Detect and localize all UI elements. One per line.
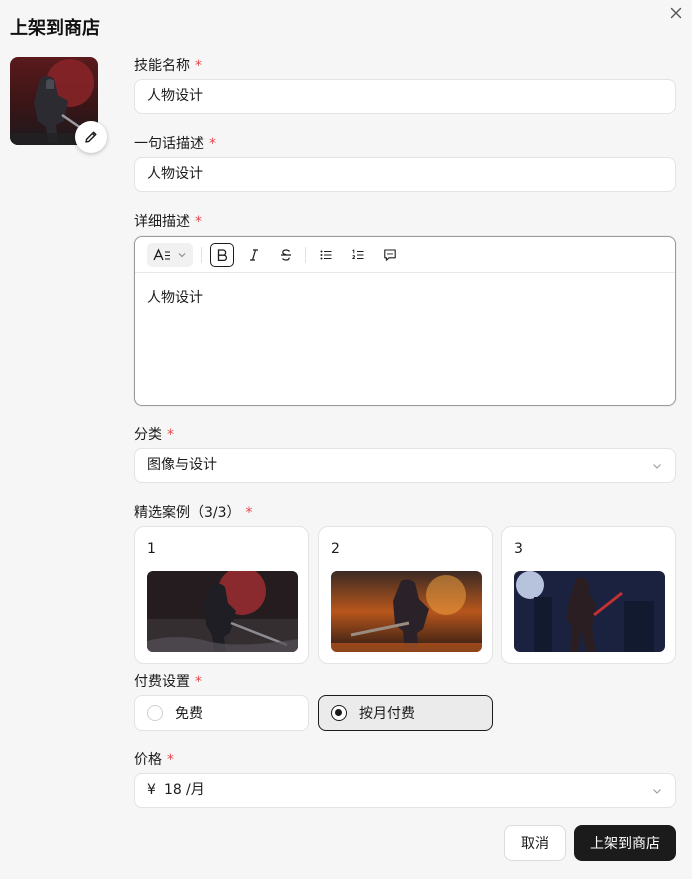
cancel-button[interactable]: 取消 bbox=[504, 825, 566, 861]
skill-name-value: 人物设计 bbox=[147, 88, 203, 104]
case-number: 2 bbox=[331, 541, 340, 557]
payment-option-label: 按月付费 bbox=[359, 706, 415, 722]
case-card-3[interactable]: 3 bbox=[501, 526, 676, 664]
detail-label: 详细描述 * bbox=[134, 214, 202, 230]
cases-label: 精选案例（3/3） * bbox=[134, 505, 253, 521]
close-icon[interactable] bbox=[668, 5, 684, 21]
summary-value: 人物设计 bbox=[147, 166, 203, 182]
editor-toolbar bbox=[135, 237, 675, 273]
price-unit: /月 bbox=[186, 782, 205, 798]
ordered-list-button[interactable] bbox=[346, 243, 370, 267]
case-card-1[interactable]: 1 bbox=[134, 526, 309, 664]
case-number: 3 bbox=[514, 541, 523, 557]
chevron-down-icon bbox=[653, 789, 661, 794]
chevron-down-icon bbox=[653, 464, 661, 469]
strikethrough-button[interactable] bbox=[274, 243, 298, 267]
summary-input[interactable]: 人物设计 bbox=[134, 157, 676, 192]
category-value: 图像与设计 bbox=[147, 457, 217, 473]
payment-option-monthly[interactable]: 按月付费 bbox=[318, 695, 493, 731]
radio-unchecked-icon bbox=[147, 705, 163, 721]
comment-button[interactable] bbox=[378, 243, 402, 267]
italic-icon bbox=[250, 249, 258, 261]
bold-icon bbox=[217, 249, 227, 262]
dialog-title: 上架到商店 bbox=[10, 18, 100, 39]
editor-content[interactable]: 人物设计 bbox=[135, 273, 675, 321]
bullet-list-button[interactable] bbox=[314, 243, 338, 267]
ordered-list-icon bbox=[351, 249, 364, 260]
price-label: 价格 * bbox=[134, 752, 174, 768]
italic-button[interactable] bbox=[242, 243, 266, 267]
pencil-icon bbox=[85, 131, 97, 143]
price-value: 18 bbox=[164, 782, 182, 798]
case-card-2[interactable]: 2 bbox=[318, 526, 493, 664]
summary-label: 一句话描述 * bbox=[134, 136, 216, 152]
comment-icon bbox=[384, 249, 396, 261]
currency-symbol: ¥ bbox=[147, 782, 156, 798]
bold-button[interactable] bbox=[210, 243, 234, 267]
skill-avatar bbox=[10, 57, 107, 153]
price-input[interactable]: ¥ 18 /月 bbox=[134, 773, 676, 808]
case-number: 1 bbox=[147, 541, 156, 557]
category-label: 分类 * bbox=[134, 427, 174, 443]
payment-option-free[interactable]: 免费 bbox=[134, 695, 309, 731]
strikethrough-icon bbox=[281, 249, 291, 261]
payment-option-label: 免费 bbox=[175, 706, 203, 722]
radio-checked-icon bbox=[331, 705, 347, 721]
bullet-list-icon bbox=[320, 250, 332, 260]
case-image-1 bbox=[147, 571, 298, 652]
skill-name-input[interactable]: 人物设计 bbox=[134, 79, 676, 114]
skill-name-label: 技能名称 * bbox=[134, 58, 202, 74]
edit-avatar-button[interactable] bbox=[75, 121, 107, 153]
payment-label: 付费设置 * bbox=[134, 674, 202, 690]
detail-editor[interactable]: 人物设计 bbox=[134, 236, 676, 406]
category-select[interactable]: 图像与设计 bbox=[134, 448, 676, 483]
case-image-2 bbox=[331, 571, 482, 652]
case-image-3 bbox=[514, 571, 665, 652]
publish-to-store-button[interactable]: 上架到商店 bbox=[574, 825, 676, 861]
text-style-icon bbox=[153, 248, 186, 261]
text-style-dropdown[interactable] bbox=[147, 243, 193, 267]
